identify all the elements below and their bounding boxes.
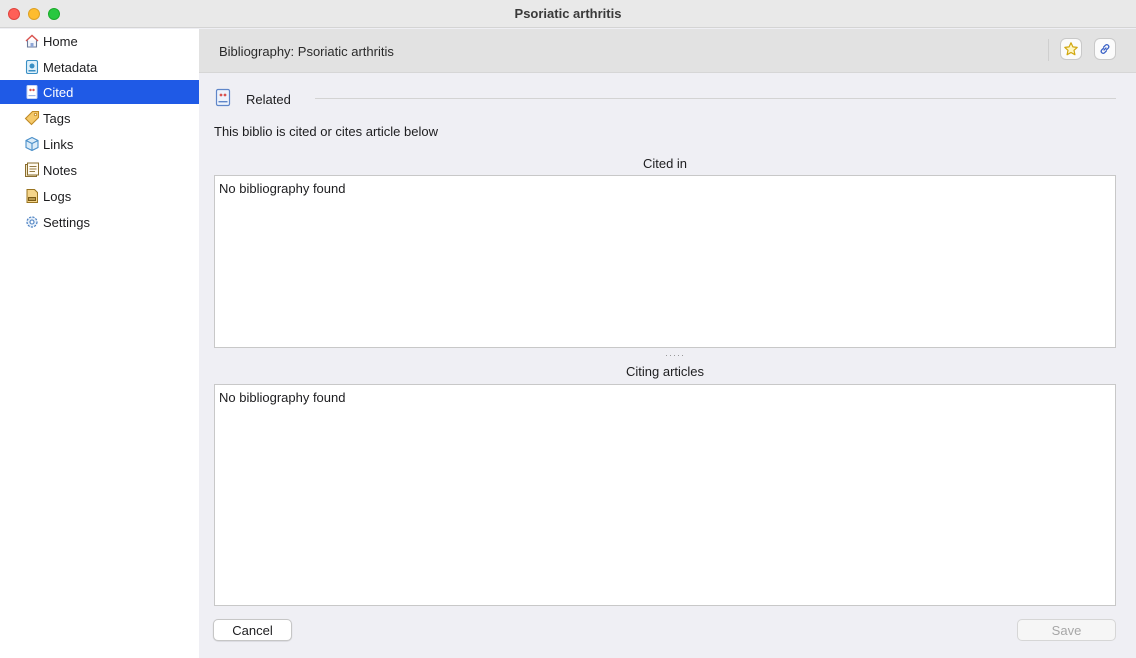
sidebar: Home Metadata Cited Tags Links Notes Log… bbox=[0, 29, 199, 658]
house-icon bbox=[24, 33, 40, 49]
page-title: Bibliography: Psoriatic arthritis bbox=[219, 44, 394, 59]
cited-book-icon bbox=[214, 88, 232, 108]
empty-state-text: No bibliography found bbox=[219, 390, 346, 405]
content-header: Bibliography: Psoriatic arthritis bbox=[199, 29, 1136, 73]
sidebar-item-label: Home bbox=[43, 33, 78, 49]
cited-in-list[interactable]: No bibliography found bbox=[214, 175, 1116, 348]
app-window: Psoriatic arthritis Home Metadata Cited … bbox=[0, 0, 1136, 658]
sidebar-item-links[interactable]: Links bbox=[0, 132, 199, 156]
related-section-header: Related bbox=[214, 88, 1116, 110]
cited-book-icon bbox=[24, 84, 40, 100]
sidebar-item-label: Settings bbox=[43, 214, 90, 230]
tag-icon bbox=[24, 110, 40, 126]
sidebar-item-label: Cited bbox=[43, 84, 74, 100]
window-title: Psoriatic arthritis bbox=[514, 6, 622, 21]
sidebar-item-cited[interactable]: Cited bbox=[0, 80, 199, 104]
sidebar-item-label: Metadata bbox=[43, 59, 98, 75]
sidebar-item-label: Links bbox=[43, 136, 74, 152]
metadata-icon bbox=[24, 59, 40, 75]
sidebar-item-label: Tags bbox=[43, 110, 71, 126]
citing-articles-list[interactable]: No bibliography found bbox=[214, 384, 1116, 606]
star-icon bbox=[1063, 41, 1079, 57]
sidebar-item-metadata[interactable]: Metadata bbox=[0, 55, 199, 79]
sidebar-item-logs[interactable]: Logs bbox=[0, 184, 199, 208]
notes-icon bbox=[24, 162, 40, 178]
related-description: This biblio is cited or cites article be… bbox=[214, 124, 438, 139]
sidebar-item-label: Notes bbox=[43, 162, 77, 178]
empty-state-text: No bibliography found bbox=[219, 181, 346, 196]
sidebar-item-label: Logs bbox=[43, 188, 72, 204]
save-button[interactable]: Save bbox=[1017, 619, 1116, 641]
related-label: Related bbox=[246, 92, 291, 107]
cube-icon bbox=[24, 136, 40, 152]
sidebar-item-tags[interactable]: Tags bbox=[0, 106, 199, 130]
cancel-button[interactable]: Cancel bbox=[213, 619, 292, 641]
cited-in-label: Cited in bbox=[642, 156, 688, 171]
title-bar: Psoriatic arthritis bbox=[0, 0, 1136, 28]
main-content: Bibliography: Psoriatic arthritis Relate… bbox=[199, 29, 1136, 658]
sidebar-item-notes[interactable]: Notes bbox=[0, 158, 199, 182]
copy-link-button[interactable] bbox=[1094, 38, 1116, 60]
gear-icon bbox=[24, 214, 40, 230]
log-file-icon bbox=[24, 188, 40, 204]
section-divider bbox=[315, 98, 1116, 99]
favorite-button[interactable] bbox=[1060, 38, 1082, 60]
citing-articles-label: Citing articles bbox=[625, 364, 705, 379]
sidebar-item-home[interactable]: Home bbox=[0, 29, 199, 53]
pane-resize-handle[interactable]: ····· bbox=[665, 351, 685, 360]
sidebar-item-settings[interactable]: Settings bbox=[0, 210, 199, 234]
header-divider bbox=[1048, 39, 1049, 61]
link-icon bbox=[1098, 42, 1112, 56]
